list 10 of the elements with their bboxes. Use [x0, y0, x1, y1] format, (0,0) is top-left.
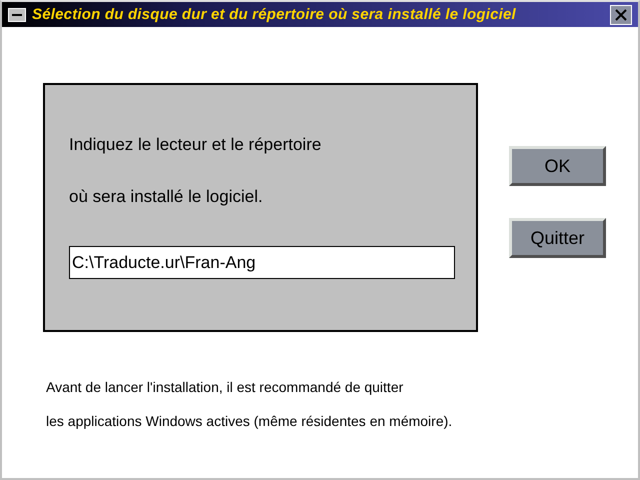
path-field[interactable]: C:\Traducte.ur\Fran-Ang	[69, 246, 455, 279]
notice-text: les applications Windows actives (même résidentes en mémoire).	[46, 412, 454, 430]
dialog-button[interactable]: OK	[509, 146, 606, 186]
window-title: Sélection du disque dur et du répertoire où sera installé le logiciel	[32, 6, 517, 23]
close-icon[interactable]	[610, 4, 632, 24]
notice-text: Avant de lancer l'installation, il est recommandé de quitter	[46, 378, 404, 396]
dialog-button[interactable]: Quitter	[509, 218, 606, 258]
system-menu-icon[interactable]	[8, 8, 26, 22]
instruction-text: Indiquez le lecteur et le répertoire	[69, 135, 322, 155]
instruction-text: où sera installé le logiciel.	[69, 187, 264, 207]
